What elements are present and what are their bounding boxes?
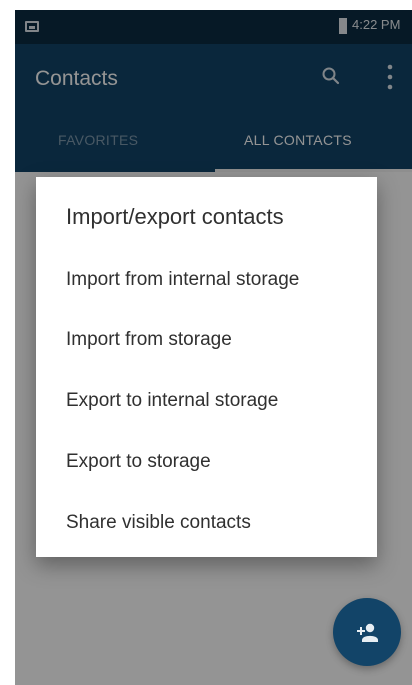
dialog-title: Import/export contacts: [66, 204, 284, 229]
add-contact-icon: [357, 623, 378, 642]
add-contact-button[interactable]: [333, 598, 401, 666]
import-export-dialog: Import/export contacts Import from inter…: [36, 177, 377, 557]
menu-item-import-internal[interactable]: Import from internal storage: [36, 251, 377, 309]
menu-item-export-storage[interactable]: Export to storage: [36, 433, 377, 491]
menu-item-export-internal[interactable]: Export to internal storage: [36, 372, 377, 430]
menu-item-share-visible[interactable]: Share visible contacts: [36, 494, 377, 552]
contacts-screen: 4:22 PM Contacts FAVORITES ALL CONTACTS …: [15, 10, 412, 685]
menu-item-import-storage[interactable]: Import from storage: [36, 311, 377, 369]
